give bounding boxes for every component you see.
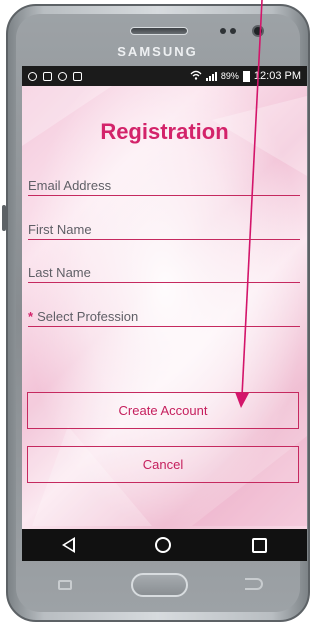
back-icon[interactable] — [62, 537, 76, 553]
wifi-icon — [190, 70, 202, 83]
battery-icon — [242, 70, 250, 82]
brand-logo: SAMSUNG — [117, 44, 198, 59]
profession-select[interactable]: * Select Profession — [28, 307, 300, 327]
front-camera-icon — [252, 25, 264, 37]
clock: 12:03 PM — [253, 70, 301, 82]
signal-icon — [205, 71, 217, 81]
image-notification-icon — [43, 71, 52, 81]
phone-notification-icon — [73, 71, 82, 81]
hardware-home-button[interactable] — [131, 573, 188, 597]
profession-placeholder: Select Profession — [37, 309, 139, 324]
email-field[interactable]: Email Address — [28, 176, 300, 196]
last-name-placeholder: Last Name — [28, 265, 91, 280]
home-icon[interactable] — [155, 537, 172, 553]
back-key-icon[interactable] — [245, 578, 263, 590]
first-name-placeholder: First Name — [28, 222, 92, 237]
status-bar: 89% 12:03 PM — [22, 66, 307, 86]
create-account-button[interactable]: Create Account — [27, 392, 299, 429]
cancel-button[interactable]: Cancel — [27, 446, 299, 483]
battery-percent: 89% — [220, 71, 239, 81]
last-name-field[interactable]: Last Name — [28, 263, 300, 283]
first-name-field[interactable]: First Name — [28, 220, 300, 240]
sensor-icon — [220, 28, 226, 34]
recent-apps-icon[interactable] — [251, 537, 267, 553]
required-marker: * — [28, 309, 34, 324]
wifi-notification-icon — [58, 71, 67, 81]
earpiece-icon — [130, 27, 188, 35]
registration-screen: Registration Email Address First Name La… — [22, 86, 307, 529]
notification-icon — [28, 71, 37, 81]
page-title: Registration — [100, 119, 229, 144]
android-navigation-bar — [22, 529, 307, 561]
side-volume-button — [2, 205, 6, 231]
sensor-icon — [230, 28, 236, 34]
email-placeholder: Email Address — [28, 178, 112, 193]
menu-key-icon[interactable] — [58, 580, 72, 590]
device-screen: 89% 12:03 PM Registration Email Address … — [22, 66, 307, 561]
